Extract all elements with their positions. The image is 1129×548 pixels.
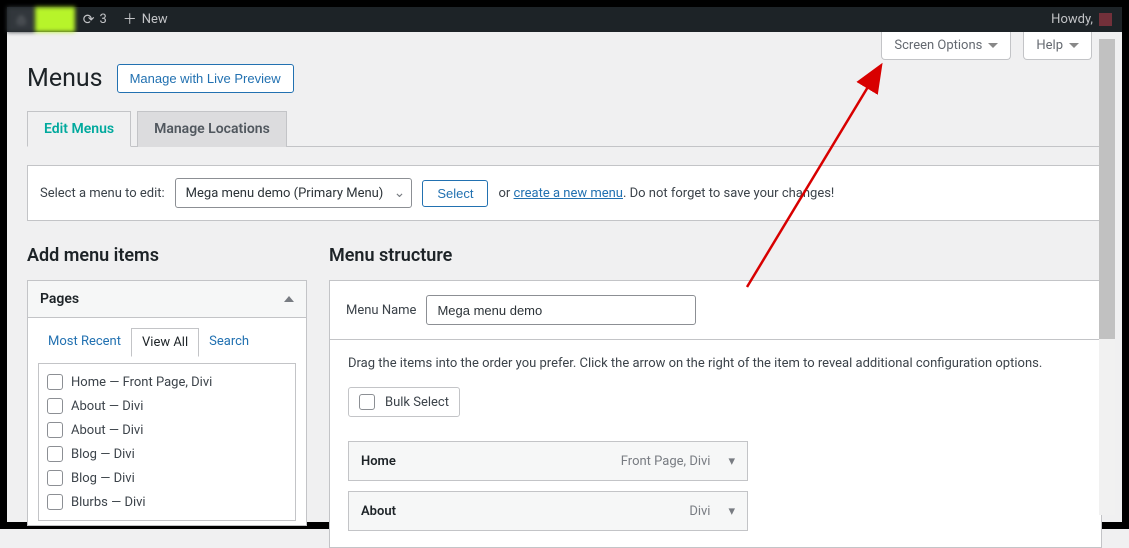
bulk-select-label: Bulk Select	[385, 395, 449, 410]
menu-name-label: Menu Name	[346, 303, 416, 318]
page-item-checkbox[interactable]	[47, 446, 63, 462]
bulk-select[interactable]: Bulk Select	[348, 387, 460, 417]
adminbar-updates[interactable]: ⟳ 3	[75, 7, 115, 32]
page-item-checkbox[interactable]	[47, 470, 63, 486]
pages-list: Home — Front Page, Divi About — Divi About…	[38, 363, 296, 521]
page-item-checkbox[interactable]	[47, 422, 63, 438]
refresh-icon: ⟳	[83, 13, 95, 27]
chevron-down-icon	[1069, 43, 1079, 48]
pages-accordion-title: Pages	[40, 291, 79, 307]
scrollbar[interactable]	[1099, 39, 1115, 515]
page-list-item: Blog — Divi	[47, 466, 287, 490]
help-button[interactable]: Help	[1023, 32, 1092, 60]
admin-bar: ⌂ ⟳ 3 ＋ New Howdy,	[7, 7, 1122, 32]
menu-item-type: Divi	[689, 504, 710, 519]
adminbar-new-label: New	[142, 12, 168, 27]
page-list-item: Blog — Divi	[47, 442, 287, 466]
adminbar-account[interactable]: Howdy,	[1051, 12, 1116, 27]
menu-structure-heading: Menu structure	[329, 245, 1102, 266]
page-item-checkbox[interactable]	[47, 398, 63, 414]
page-title: Menus	[27, 64, 103, 93]
page-item-label: Blurbs — Divi	[71, 495, 146, 510]
menu-item-title: About	[361, 504, 396, 519]
page-item-checkbox[interactable]	[47, 494, 63, 510]
adminbar-new[interactable]: ＋ New	[115, 7, 176, 32]
chevron-down-icon[interactable]: ▾	[728, 454, 735, 469]
selector-or: or	[498, 186, 510, 201]
nav-tabs: Edit Menus Manage Locations	[27, 111, 1102, 147]
page-list-item: Home — Front Page, Divi	[47, 370, 287, 394]
screen-options-button[interactable]: Screen Options	[881, 32, 1011, 60]
page-item-label: Blog — Divi	[71, 447, 135, 462]
page-item-label: Home — Front Page, Divi	[71, 375, 212, 390]
subtab-most-recent[interactable]: Most Recent	[38, 328, 131, 357]
page-list-item: Blurbs — Divi	[47, 490, 287, 514]
live-preview-button[interactable]: Manage with Live Preview	[117, 64, 294, 93]
bulk-select-checkbox[interactable]	[359, 394, 375, 410]
menu-select[interactable]: Mega menu demo (Primary Menu) ⌄	[175, 178, 413, 208]
add-items-heading: Add menu items	[27, 245, 307, 266]
menu-select-value: Mega menu demo (Primary Menu)	[186, 186, 384, 201]
menu-name-input[interactable]	[426, 295, 696, 325]
selector-reminder: . Do not forget to save your changes!	[623, 186, 834, 201]
page-item-label: Blog — Divi	[71, 471, 135, 486]
chevron-down-icon: ⌄	[394, 185, 406, 201]
menu-item[interactable]: About Divi ▾	[348, 491, 748, 531]
help-label: Help	[1036, 38, 1063, 53]
menu-edit-panel: Menu Name Drag the items into the order …	[329, 280, 1102, 548]
menu-selector-row: Select a menu to edit: Mega menu demo (P…	[27, 165, 1102, 221]
screen-options-label: Screen Options	[894, 38, 982, 53]
select-button[interactable]: Select	[422, 180, 488, 207]
adminbar-site-name[interactable]	[35, 7, 74, 32]
subtab-search[interactable]: Search	[199, 328, 259, 357]
avatar-icon	[1099, 13, 1112, 26]
pages-accordion: Pages Most Recent View All Search Home —…	[27, 280, 307, 526]
menu-item-type: Front Page, Divi	[621, 454, 711, 469]
page-list-item: About — Divi	[47, 394, 287, 418]
tab-edit-menus[interactable]: Edit Menus	[27, 111, 131, 147]
selector-label: Select a menu to edit:	[40, 186, 165, 201]
pages-accordion-header[interactable]: Pages	[28, 281, 306, 318]
subtab-view-all[interactable]: View All	[131, 328, 199, 357]
plus-icon: ＋	[123, 13, 137, 27]
adminbar-updates-count: 3	[99, 12, 106, 27]
chevron-down-icon	[988, 43, 998, 48]
adminbar-wp-logo[interactable]: ⌂	[7, 7, 35, 32]
chevron-up-icon	[284, 296, 294, 302]
page-item-label: About — Divi	[71, 423, 143, 438]
page-list-item: About — Divi	[47, 418, 287, 442]
tab-manage-locations[interactable]: Manage Locations	[137, 111, 287, 147]
page-item-label: About — Divi	[71, 399, 143, 414]
page-item-checkbox[interactable]	[47, 374, 63, 390]
menu-instructions: Drag the items into the order you prefer…	[348, 356, 1083, 371]
chevron-down-icon[interactable]: ▾	[728, 504, 735, 519]
howdy-text: Howdy,	[1051, 12, 1093, 27]
menu-item[interactable]: Home Front Page, Divi ▾	[348, 441, 748, 481]
create-menu-link[interactable]: create a new menu	[514, 186, 623, 201]
menu-item-title: Home	[361, 454, 396, 469]
